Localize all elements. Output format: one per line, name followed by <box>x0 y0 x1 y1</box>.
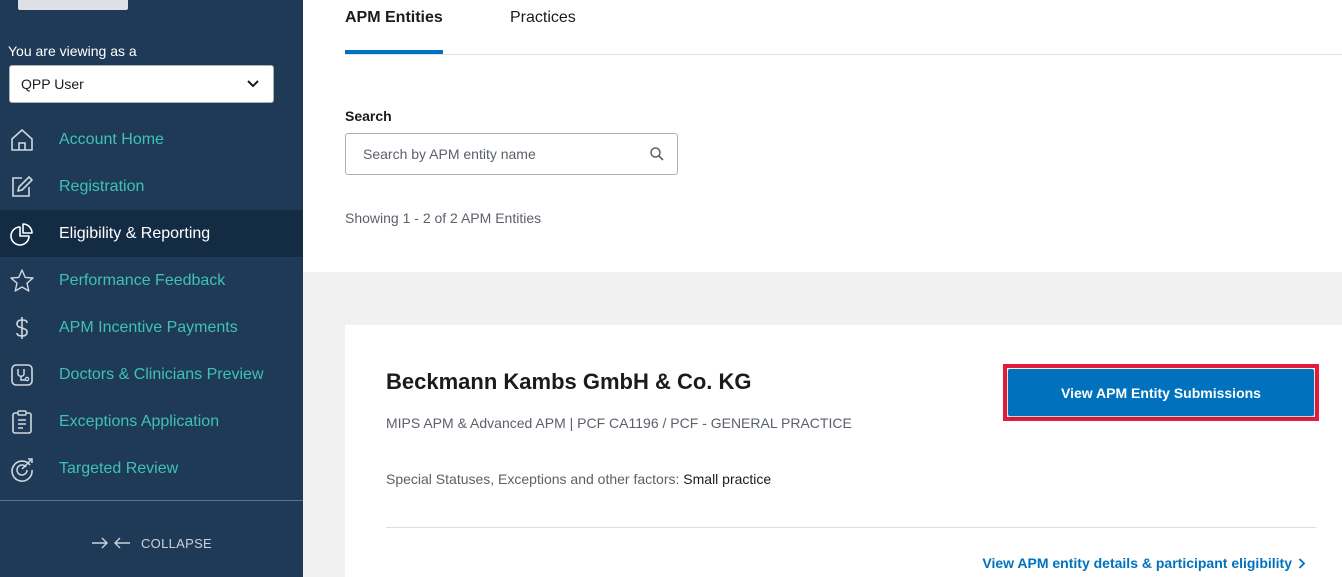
tab-bar: APM Entities Practices <box>345 0 1342 55</box>
sidebar-item-doctors-clinicians-preview[interactable]: Doctors & Clinicians Preview <box>0 351 303 398</box>
sidebar-item-label: Doctors & Clinicians Preview <box>59 365 264 383</box>
sidebar-item-label: Targeted Review <box>59 459 179 477</box>
sidebar-divider <box>0 500 303 501</box>
viewing-as-label: You are viewing as a <box>8 43 137 59</box>
entity-status-label: Special Statuses, Exceptions and other f… <box>386 471 684 487</box>
sidebar-item-apm-incentive-payments[interactable]: APM Incentive Payments <box>0 304 303 351</box>
chevron-down-icon <box>247 80 259 88</box>
view-apm-entity-submissions-button[interactable]: View APM Entity Submissions <box>1008 369 1314 416</box>
entity-status-value: Small practice <box>683 471 772 487</box>
role-select[interactable]: QPP User <box>9 65 274 103</box>
entity-card: Beckmann Kambs GmbH & Co. KG MIPS APM & … <box>345 325 1342 577</box>
results-count: Showing 1 - 2 of 2 APM Entities <box>345 210 542 226</box>
sidebar-item-account-home[interactable]: Account Home <box>0 116 303 163</box>
target-review-icon <box>8 455 36 483</box>
sidebar-top-clipped-text <box>18 0 128 10</box>
sidebar: You are viewing as a QPP User Account Ho… <box>0 0 303 577</box>
pie-chart-icon <box>8 220 36 248</box>
sidebar-item-label: APM Incentive Payments <box>59 318 238 336</box>
search-label: Search <box>345 108 392 124</box>
sidebar-item-performance-feedback[interactable]: Performance Feedback <box>0 257 303 304</box>
entity-status: Special Statuses, Exceptions and other f… <box>386 471 771 487</box>
collapse-button[interactable]: COLLAPSE <box>0 523 303 563</box>
edit-icon <box>8 173 36 201</box>
search-icon[interactable] <box>649 146 665 162</box>
sidebar-item-exceptions-application[interactable]: Exceptions Application <box>0 398 303 445</box>
entity-details-link[interactable]: View APM entity details & participant el… <box>982 555 1306 571</box>
collapse-label: COLLAPSE <box>140 535 213 551</box>
sidebar-item-registration[interactable]: Registration <box>0 163 303 210</box>
sidebar-item-label: Performance Feedback <box>59 271 226 289</box>
sidebar-item-label: Registration <box>59 177 145 195</box>
search-input[interactable] <box>346 134 636 174</box>
collapse-arrows-icon <box>91 537 130 549</box>
search-field <box>345 133 678 175</box>
sidebar-item-eligibility-reporting[interactable]: Eligibility & Reporting <box>0 210 303 257</box>
sidebar-nav: Account Home Registration Eligibility & … <box>0 116 303 492</box>
sidebar-item-label: Eligibility & Reporting <box>59 224 211 242</box>
entity-name: Beckmann Kambs GmbH & Co. KG <box>386 369 752 394</box>
tab-apm-entities[interactable]: APM Entities <box>345 0 443 54</box>
chevron-right-icon <box>1298 557 1306 569</box>
stethoscope-icon <box>8 361 36 389</box>
home-icon <box>8 126 36 154</box>
entity-subtitle: MIPS APM & Advanced APM | PCF CA1196 / P… <box>386 415 852 431</box>
clipboard-icon <box>8 408 36 436</box>
role-select-value: QPP User <box>21 76 84 92</box>
sidebar-item-label: Exceptions Application <box>59 412 220 430</box>
sidebar-item-label: Account Home <box>59 130 164 148</box>
dollar-icon <box>8 314 36 342</box>
tab-practices[interactable]: Practices <box>510 0 576 51</box>
star-icon <box>8 267 36 295</box>
sidebar-item-targeted-review[interactable]: Targeted Review <box>0 445 303 492</box>
entity-details-link-label: View APM entity details & participant el… <box>982 555 1292 571</box>
card-divider <box>386 527 1316 528</box>
